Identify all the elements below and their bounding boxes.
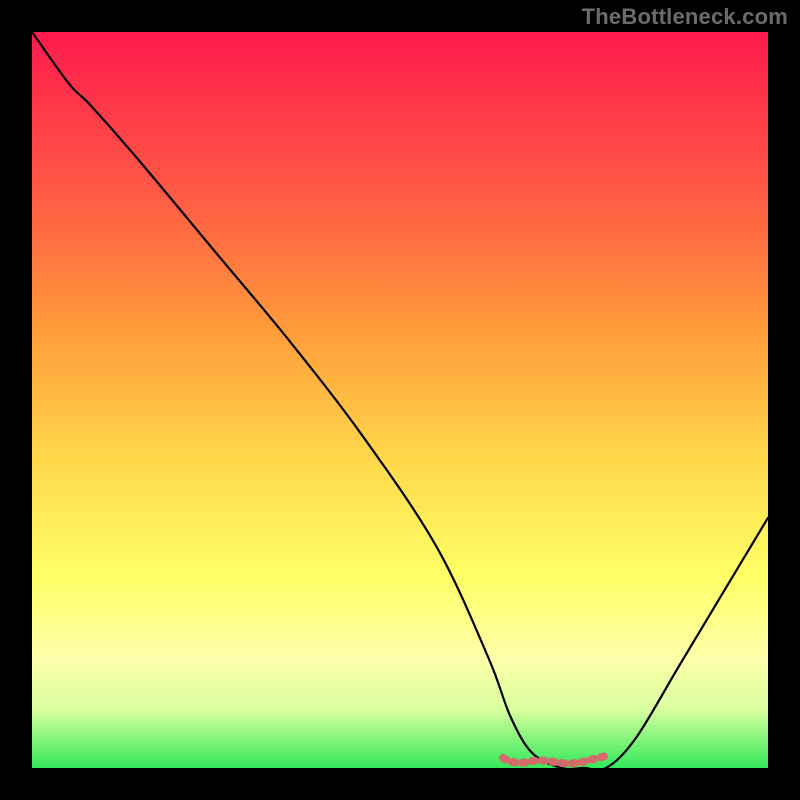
bottleneck-curve [32,32,768,770]
watermark-text: TheBottleneck.com [582,4,788,30]
curve-svg [32,32,768,768]
flat-region-marker [503,756,606,764]
plot-area [32,32,768,768]
chart-frame: TheBottleneck.com [0,0,800,800]
